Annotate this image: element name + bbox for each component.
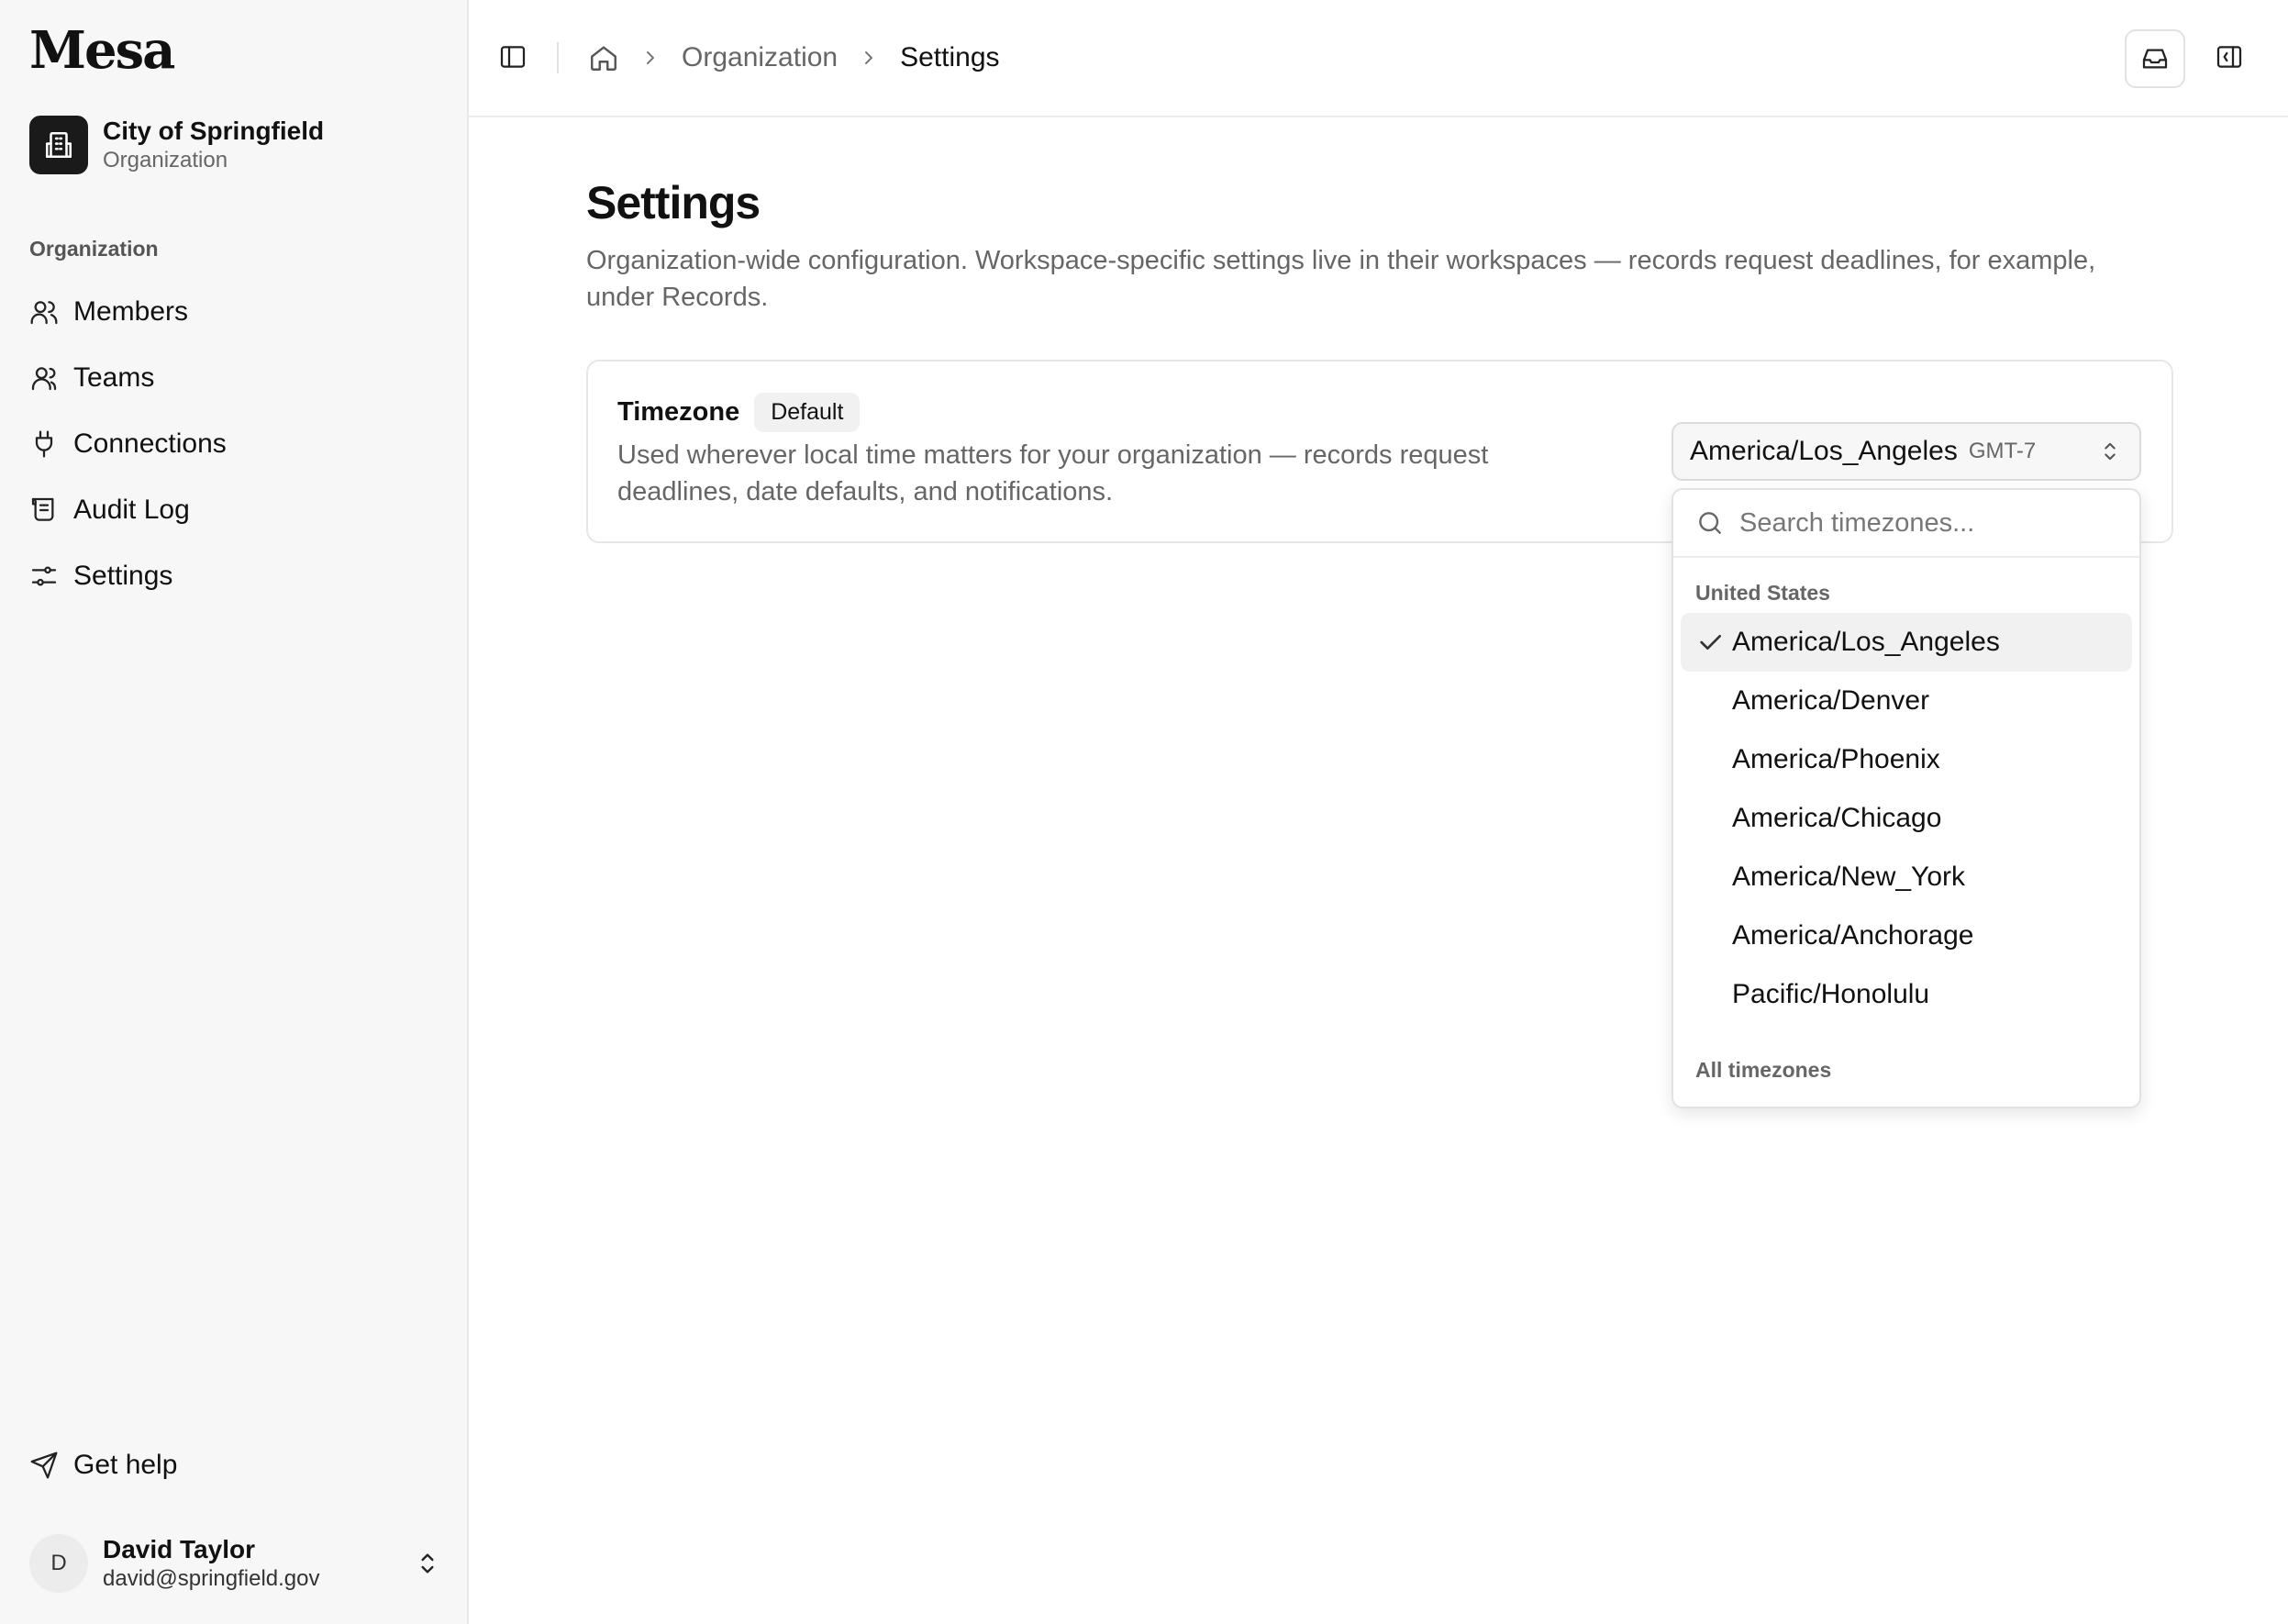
breadcrumb-organization[interactable]: Organization [682,42,838,73]
timezone-option[interactable]: Pacific/Honolulu [1681,965,2132,1024]
get-help-label: Get help [73,1450,178,1480]
sidebar: Mesa City of Springfield Organization Or… [0,0,469,1624]
breadcrumb: Organization Settings [588,37,1000,79]
timezone-option-label: America/Denver [1732,685,1930,716]
sidebar-item-label: Teams [73,362,155,393]
sidebar-item-teams[interactable]: Teams [29,345,442,411]
sidebar-item-label: Connections [73,428,227,459]
get-help-link[interactable]: Get help [29,1450,177,1481]
app-logo[interactable]: Mesa [29,20,175,81]
sidebar-item-settings[interactable]: Settings [29,543,442,609]
users-icon [29,297,59,327]
user-menu[interactable]: D David Taylor david@springfield.gov [29,1534,442,1593]
timezone-offset: GMT-7 [1968,439,2037,463]
sidebar-item-audit-log[interactable]: Audit Log [29,477,442,543]
timezone-option-label: America/Chicago [1732,803,1942,833]
timezone-option[interactable]: America/Los_Angeles [1681,613,2132,672]
user-name: David Taylor [103,1535,255,1563]
group-label-all-timezones: All timezones [1695,1058,1832,1082]
timezone-select[interactable]: America/Los_Angeles GMT-7 [1672,422,2141,481]
sidebar-item-members[interactable]: Members [29,279,442,345]
user-email: david@springfield.gov [103,1566,320,1591]
home-icon[interactable] [588,42,619,73]
group-label-united-states: United States [1695,581,1830,605]
timezone-option[interactable]: America/Anchorage [1681,907,2132,965]
timezone-option-label: America/Phoenix [1732,744,1940,774]
org-switcher[interactable]: City of Springfield Organization [29,116,324,174]
sidebar-nav: Members Teams Connections Audit Log Sett… [29,279,442,609]
timezone-option[interactable]: America/New_York [1681,848,2132,907]
timezone-label: Timezone [617,397,740,427]
chevrons-up-down-icon [2097,439,2123,464]
timezone-option[interactable]: America/Chicago [1681,789,2132,848]
breadcrumb-current: Settings [900,42,1000,72]
sidebar-toggle-icon[interactable] [498,42,528,72]
chevron-right-icon [639,47,661,69]
check-icon [1695,628,1725,657]
divider [557,42,559,73]
timezone-option[interactable]: America/Phoenix [1681,730,2132,789]
right-panel-toggle-icon[interactable] [2215,42,2244,72]
inbox-icon [2140,44,2170,73]
sidebar-item-connections[interactable]: Connections [29,411,442,477]
timezone-option-label: America/New_York [1732,862,1965,892]
timezone-dropdown: United States America/Los_Angeles Americ… [1672,488,2141,1108]
timezone-select-value: America/Los_Angeles [1690,436,1958,466]
org-name: City of Springfield [103,117,325,145]
timezone-option[interactable]: America/Denver [1681,672,2132,730]
timezone-search-input[interactable] [1739,507,2106,539]
top-bar: Organization Settings [469,0,2288,117]
sidebar-item-label: Audit Log [73,495,190,525]
sliders-icon [29,562,59,591]
sidebar-item-label: Members [73,296,189,327]
team-icon [29,363,59,393]
sidebar-item-label: Settings [73,561,173,591]
send-icon [29,1451,59,1480]
timezone-option-label: Pacific/Honolulu [1732,979,1930,1009]
inbox-button[interactable] [2125,29,2185,88]
timezone-description: Used wherever local time matters for you… [617,440,1489,506]
chevrons-up-down-icon [413,1549,442,1578]
page-title: Settings [586,177,761,228]
avatar: D [29,1534,88,1593]
timezone-search [1673,490,2139,558]
chevron-right-icon [858,47,880,69]
building-icon [29,116,88,174]
timezone-option-label: America/Anchorage [1732,920,1974,951]
scroll-icon [29,495,59,525]
nav-section-label: Organization [29,237,159,261]
search-icon [1695,508,1725,538]
timezone-option-list: America/Los_Angeles America/Denver Ameri… [1673,609,2139,1028]
timezone-option-label: America/Los_Angeles [1732,627,2000,657]
default-badge: Default [754,393,861,432]
org-type: Organization [103,148,228,172]
page-description: Organization-wide configuration. Workspa… [586,246,2096,312]
plug-icon [29,429,59,459]
